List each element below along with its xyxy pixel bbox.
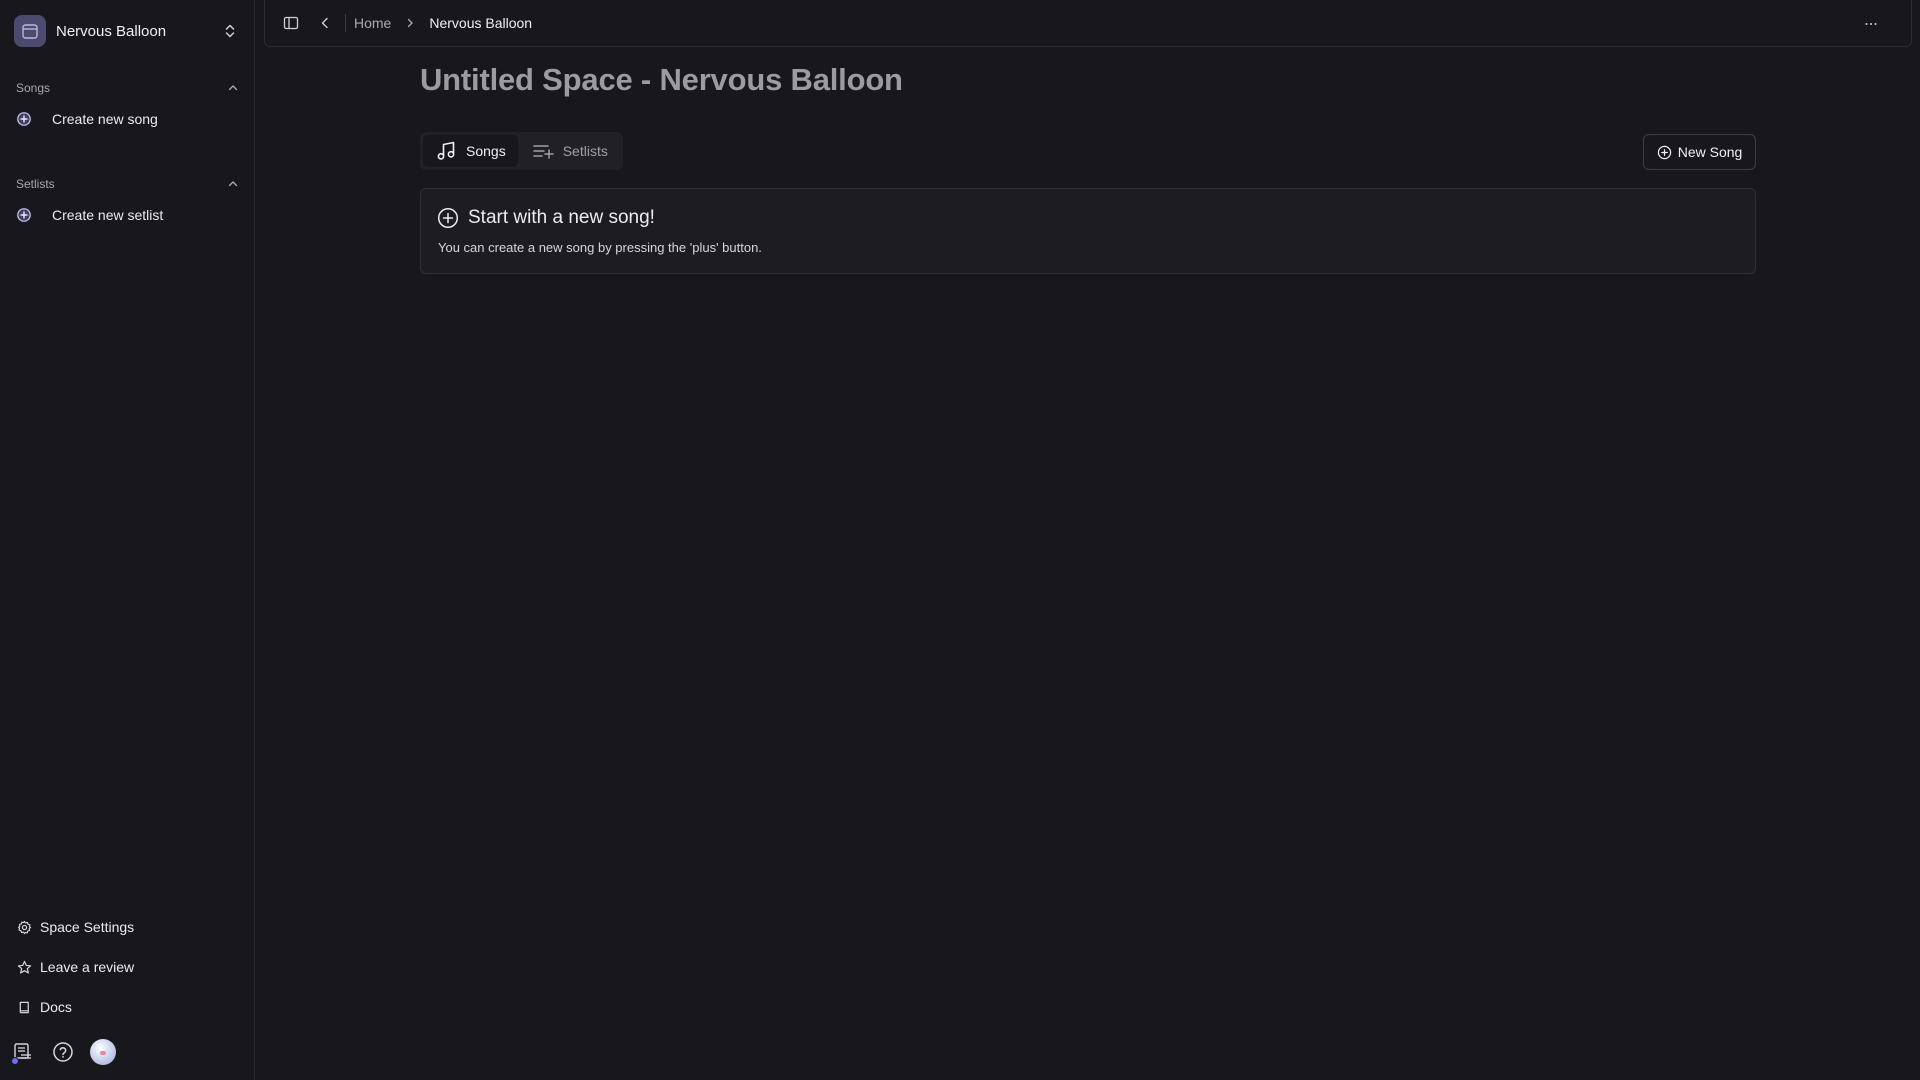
create-new-song-item[interactable]: Create new song <box>16 106 240 132</box>
docs-link[interactable]: Docs <box>16 995 240 1019</box>
toggle-sidebar-button[interactable] <box>277 9 305 37</box>
topbar-divider <box>345 14 346 32</box>
user-avatar <box>90 1039 116 1065</box>
create-new-setlist-label: Create new setlist <box>52 207 164 223</box>
sidebar: Nervous Balloon Songs Create new song Se… <box>0 0 255 1080</box>
plus-circle-icon <box>16 207 32 223</box>
tab-songs-label: Songs <box>466 143 506 159</box>
setlists-section-header[interactable]: Setlists <box>16 174 240 194</box>
empty-state-heading: Start with a new song! <box>437 207 655 229</box>
more-options-button[interactable] <box>1857 10 1885 38</box>
chevrons-up-down-icon <box>225 24 235 38</box>
space-switcher[interactable]: Nervous Balloon <box>14 14 242 48</box>
setlists-section-title: Setlists <box>16 177 55 191</box>
star-icon <box>16 959 32 975</box>
notes-list-button[interactable] <box>10 1039 36 1065</box>
docs-label: Docs <box>40 999 72 1015</box>
page-title: Untitled Space - Nervous Balloon <box>420 62 903 97</box>
book-icon <box>16 999 32 1015</box>
plus-circle-icon <box>1657 145 1671 159</box>
space-settings-label: Space Settings <box>40 919 135 935</box>
space-avatar <box>14 15 46 47</box>
new-song-label: New Song <box>1677 144 1743 160</box>
tab-songs[interactable]: Songs <box>423 135 518 167</box>
songs-section-header[interactable]: Songs <box>16 78 240 98</box>
more-horizontal-icon <box>1865 23 1877 25</box>
notification-badge <box>11 1057 19 1065</box>
music-note-icon <box>435 140 457 162</box>
chevron-up-icon <box>228 181 238 187</box>
top-bar: Home Nervous Balloon <box>264 0 1912 47</box>
back-button[interactable] <box>311 9 339 37</box>
empty-state-description: You can create a new song by pressing th… <box>438 240 762 255</box>
sidebar-bottom-bar <box>10 1038 116 1066</box>
new-song-button[interactable]: New Song <box>1643 134 1756 170</box>
plus-circle-icon <box>16 111 32 127</box>
leave-review-link[interactable]: Leave a review <box>16 955 240 979</box>
leave-review-label: Leave a review <box>40 959 135 975</box>
chevron-left-icon <box>321 17 328 29</box>
empty-state-card: Start with a new song! You can create a … <box>420 188 1756 274</box>
gear-icon <box>16 919 32 935</box>
create-new-song-label: Create new song <box>52 111 158 127</box>
breadcrumb: Home Nervous Balloon <box>354 15 532 31</box>
plus-circle-icon <box>437 207 459 229</box>
help-button[interactable] <box>50 1039 76 1065</box>
chevron-up-icon <box>228 85 238 91</box>
breadcrumb-current[interactable]: Nervous Balloon <box>429 15 532 31</box>
user-menu-button[interactable] <box>90 1039 116 1065</box>
space-settings-link[interactable]: Space Settings <box>16 915 240 939</box>
folder-icon <box>22 24 38 39</box>
chevron-right-icon <box>403 16 417 30</box>
tab-setlists[interactable]: Setlists <box>520 135 620 167</box>
empty-state-title: Start with a new song! <box>468 207 655 228</box>
create-new-setlist-item[interactable]: Create new setlist <box>16 202 240 228</box>
songs-section-title: Songs <box>16 81 51 95</box>
list-plus-icon <box>532 140 554 162</box>
help-icon <box>53 1042 73 1062</box>
content-tabs: Songs Setlists <box>420 132 623 170</box>
tab-setlists-label: Setlists <box>562 143 608 159</box>
space-name: Nervous Balloon <box>56 22 167 40</box>
app-root: Nervous Balloon Songs Create new song Se… <box>0 0 1920 1080</box>
sidebar-toggle-icon <box>283 16 299 30</box>
breadcrumb-home[interactable]: Home <box>354 15 391 31</box>
